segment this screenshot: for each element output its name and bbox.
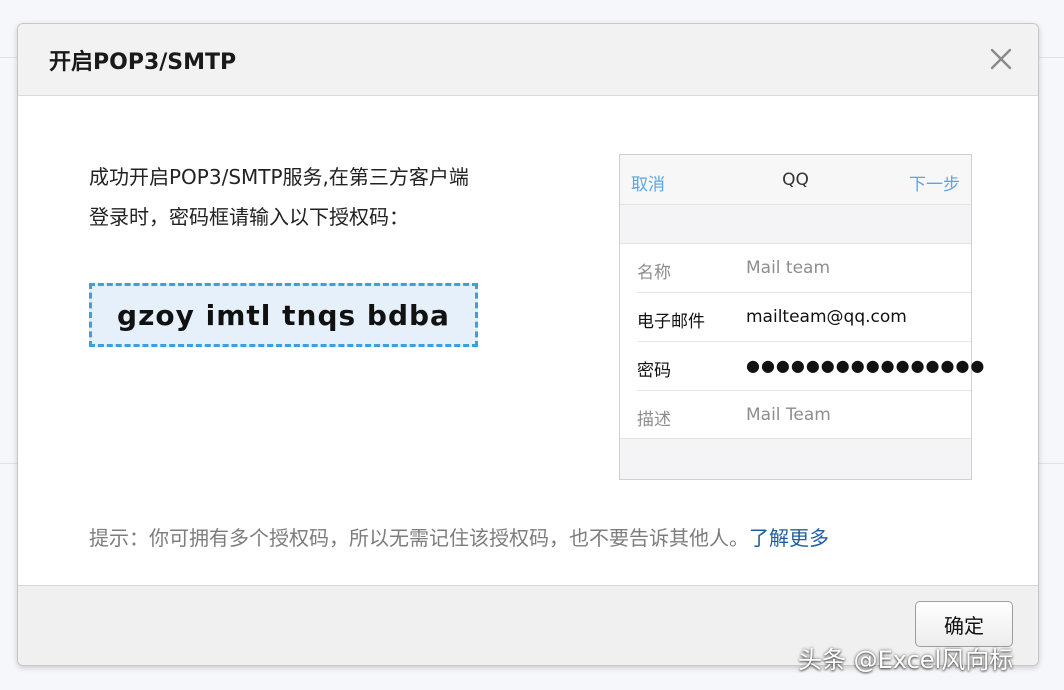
close-icon [990,48,1012,70]
intro-line-2: 登录时，密码框请输入以下授权码： [89,205,409,229]
preview-label: 描述 [637,410,671,430]
client-preview: QQ 取消 下一步 名称 Mail team 电子邮件 mailteam@qq.… [619,154,984,480]
preview-label: 名称 [637,263,671,283]
watermark: 头条 @Excel风向标 [798,646,1014,674]
dialog-header: 开启POP3/SMTP [18,24,1038,96]
preview-value: mailteam@qq.com [746,307,907,327]
tip-text: 提示：你可拥有多个授权码，所以无需记住该授权码，也不要告诉其他人。了解更多 [89,522,829,551]
learn-more-link[interactable]: 了解更多 [749,526,829,550]
auth-code-box[interactable]: gzoy imtl tnqs bdba [89,283,478,347]
pop3-smtp-dialog: 开启POP3/SMTP 成功开启POP3/SMTP服务,在第三方客户端 登录时，… [17,23,1039,666]
preview-row-email: 电子邮件 mailteam@qq.com [637,293,971,342]
preview-nav-bar: QQ 取消 下一步 [620,155,971,205]
preview-row-password: 密码 ●●●●●●●●●●●●●●●● [637,342,984,391]
preview-row-description: 描述 Mail Team [637,391,971,440]
preview-cancel-link: 取消 [631,175,665,195]
preview-value: Mail team [746,258,831,278]
preview-password-dots: ●●●●●●●●●●●●●●●● [746,356,986,375]
auth-code[interactable]: gzoy imtl tnqs bdba [117,299,450,332]
intro-text: 成功开启POP3/SMTP服务,在第三方客户端 登录时，密码框请输入以下授权码： [89,157,469,237]
intro-line-1: 成功开启POP3/SMTP服务,在第三方客户端 [89,165,469,189]
dialog-title: 开启POP3/SMTP [49,50,237,75]
close-button[interactable] [988,46,1014,72]
preview-next-link: 下一步 [909,175,960,195]
preview-form: 名称 Mail team 电子邮件 mailteam@qq.com 密码 ●●●… [620,243,984,440]
preview-label: 电子邮件 [637,312,705,332]
preview-label: 密码 [637,361,671,381]
preview-row-name: 名称 Mail team [637,244,971,293]
tip-message: 提示：你可拥有多个授权码，所以无需记住该授权码，也不要告诉其他人。 [89,526,749,550]
preview-value: Mail Team [746,405,831,425]
